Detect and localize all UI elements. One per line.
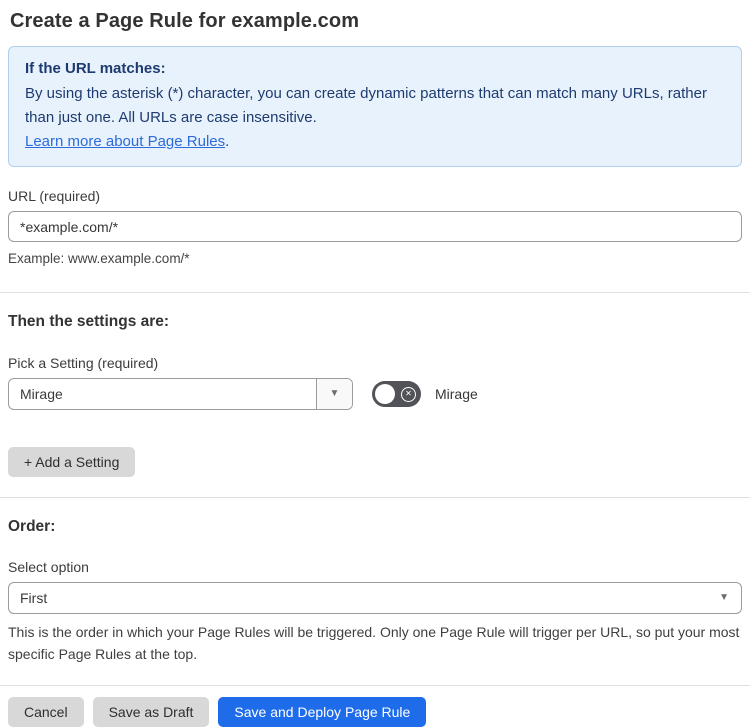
info-box-body: By using the asterisk (*) character, you… [25,85,707,126]
toggle-knob [375,384,395,404]
info-box-link-line: Learn more about Page Rules. [25,130,725,154]
info-box-heading: If the URL matches: [25,60,166,77]
footer-actions: Cancel Save as Draft Save and Deploy Pag… [8,697,742,727]
url-field-label: URL (required) [8,188,101,204]
add-setting-button[interactable]: + Add a Setting [8,447,136,477]
divider [0,685,750,686]
toggle-setting-label: Mirage [435,386,478,402]
divider [0,292,750,293]
pick-setting-label: Pick a Setting (required) [8,355,159,371]
divider [0,497,750,498]
select-option-label: Select option [8,559,89,575]
save-and-deploy-button[interactable]: Save and Deploy Page Rule [218,697,427,727]
settings-section-heading: Then the settings are: [8,313,170,330]
cancel-button[interactable]: Cancel [8,697,84,727]
order-select[interactable]: First [8,582,742,614]
order-select-wrap: First ▼ [8,582,742,614]
save-as-draft-button[interactable]: Save as Draft [92,697,210,727]
url-match-info-box: If the URL matches: By using the asteris… [8,46,742,167]
chevron-down-icon: ▼ [329,388,340,399]
order-help-text: This is the order in which your Page Rul… [8,624,740,662]
mirage-toggle[interactable]: ✕ [372,381,421,407]
setting-dropdown[interactable]: Mirage ▼ [8,378,353,410]
setting-dropdown-value: Mirage [20,386,63,402]
order-section-heading: Order: [8,518,56,535]
setting-row: Mirage ▼ ✕ Mirage [8,378,742,410]
link-period: . [225,133,230,150]
url-example-text: Example: www.example.com/* [8,251,190,266]
setting-dropdown-caret-button[interactable]: ▼ [316,379,352,409]
learn-more-link[interactable]: Learn more about Page Rules [25,133,225,150]
chevron-down-icon: ▼ [719,592,729,603]
page-title: Create a Page Rule for example.com [10,10,360,32]
x-icon: ✕ [401,386,416,402]
url-input[interactable] [8,211,742,242]
